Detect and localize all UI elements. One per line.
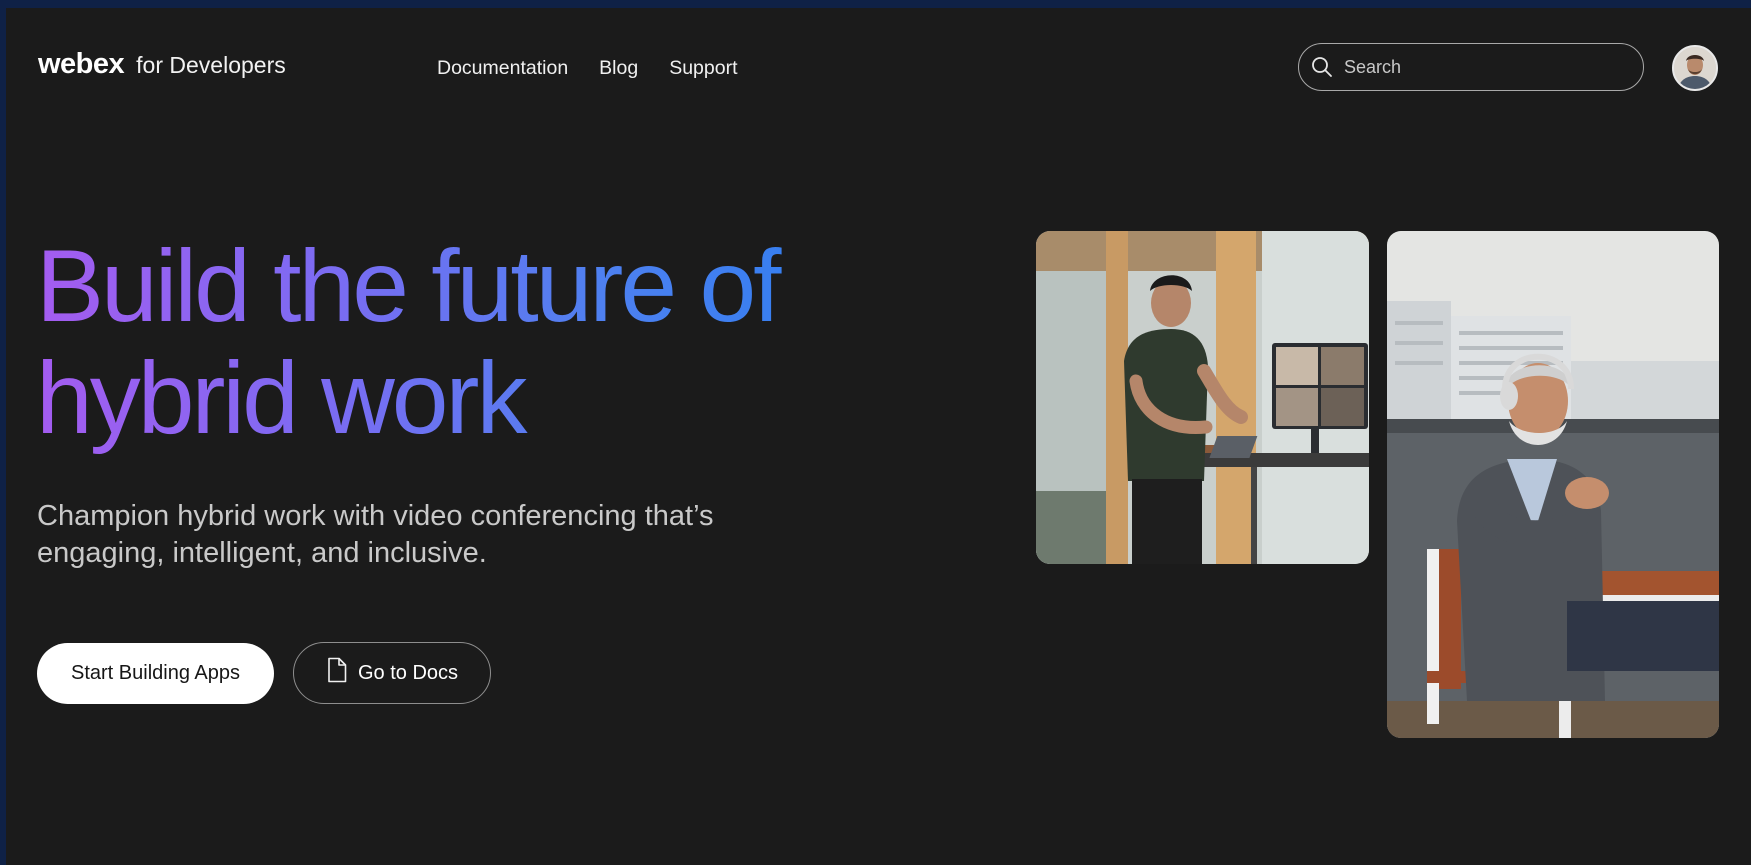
hero-subtitle: Champion hybrid work with video conferen… (37, 498, 837, 572)
nav-documentation[interactable]: Documentation (437, 57, 568, 80)
hero-subtitle-line1: Champion hybrid work with video conferen… (37, 500, 714, 532)
nav-blog[interactable]: Blog (599, 57, 638, 80)
hero-photo-rooftop (1387, 231, 1719, 738)
go-to-docs-button[interactable]: Go to Docs (293, 642, 491, 704)
logo-subtitle: for Developers (136, 52, 286, 78)
go-to-docs-label: Go to Docs (357, 661, 459, 684)
hero-photo-video-call (1036, 231, 1369, 564)
logo-mark: webex (38, 48, 125, 80)
start-building-apps-button[interactable]: Start Building Apps (37, 643, 274, 704)
search-icon (1311, 56, 1333, 78)
document-icon (326, 657, 348, 689)
search-box[interactable] (1298, 43, 1644, 91)
hero-title: Build the future of hybrid work (36, 230, 896, 454)
nav-support[interactable]: Support (669, 57, 737, 80)
webex-logo[interactable]: webex for Developers (38, 48, 286, 81)
search-input[interactable] (1342, 55, 1626, 79)
hero-subtitle-line2: engaging, intelligent, and inclusive. (37, 537, 487, 569)
user-avatar[interactable] (1672, 45, 1718, 91)
main-nav: Documentation Blog Support (437, 57, 738, 80)
page-frame: webex for Developers Documentation Blog … (6, 8, 1751, 865)
